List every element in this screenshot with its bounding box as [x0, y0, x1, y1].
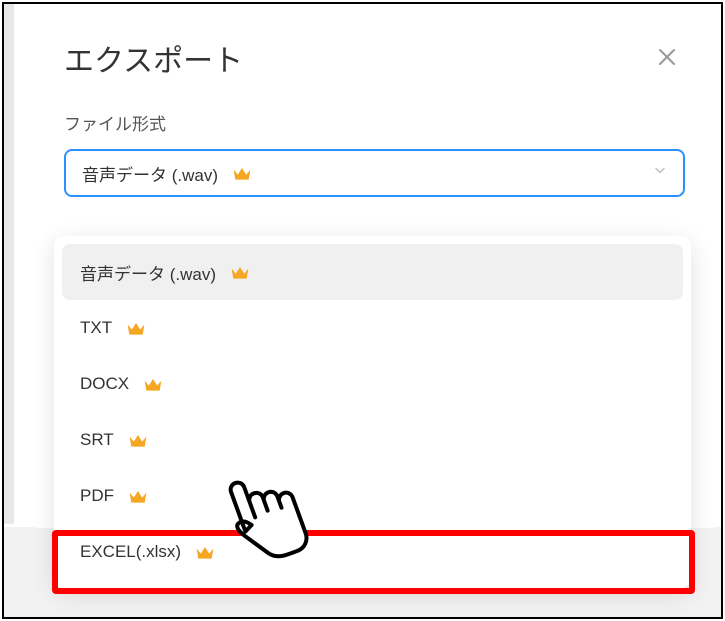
crown-icon: [143, 375, 163, 393]
dropdown-item-txt[interactable]: TXT: [62, 300, 683, 356]
crown-icon: [230, 263, 250, 281]
dropdown-item-label: EXCEL(.xlsx): [80, 542, 181, 562]
close-icon[interactable]: [649, 41, 685, 75]
crown-icon: [128, 431, 148, 449]
modal-title: エクスポート: [64, 36, 243, 80]
modal-body: ファイル形式 音声データ (.wav): [28, 92, 721, 197]
dropdown-item-label: 音声データ (.wav): [80, 260, 216, 285]
background-strip: [4, 4, 14, 524]
crown-icon: [126, 319, 146, 337]
select-value: 音声データ (.wav): [82, 161, 218, 186]
crown-icon: [232, 164, 252, 182]
dropdown-item-wav[interactable]: 音声データ (.wav): [62, 244, 683, 300]
crown-icon: [195, 543, 215, 561]
dropdown-item-label: SRT: [80, 430, 114, 450]
dropdown-item-label: DOCX: [80, 374, 129, 394]
dropdown-item-label: TXT: [80, 318, 112, 338]
file-format-label: ファイル形式: [64, 110, 685, 135]
dropdown-item-label: PDF: [80, 486, 114, 506]
modal-header: エクスポート: [28, 4, 721, 92]
chevron-down-icon: [653, 164, 667, 183]
dropdown-item-excel[interactable]: EXCEL(.xlsx): [62, 524, 683, 580]
dropdown-item-srt[interactable]: SRT: [62, 412, 683, 468]
crown-icon: [128, 487, 148, 505]
dropdown-item-pdf[interactable]: PDF: [62, 468, 683, 524]
file-format-select[interactable]: 音声データ (.wav): [64, 149, 685, 197]
file-format-dropdown: 音声データ (.wav) TXT DOCX SRT PDF EXCEL(.xls…: [54, 236, 691, 588]
dropdown-item-docx[interactable]: DOCX: [62, 356, 683, 412]
